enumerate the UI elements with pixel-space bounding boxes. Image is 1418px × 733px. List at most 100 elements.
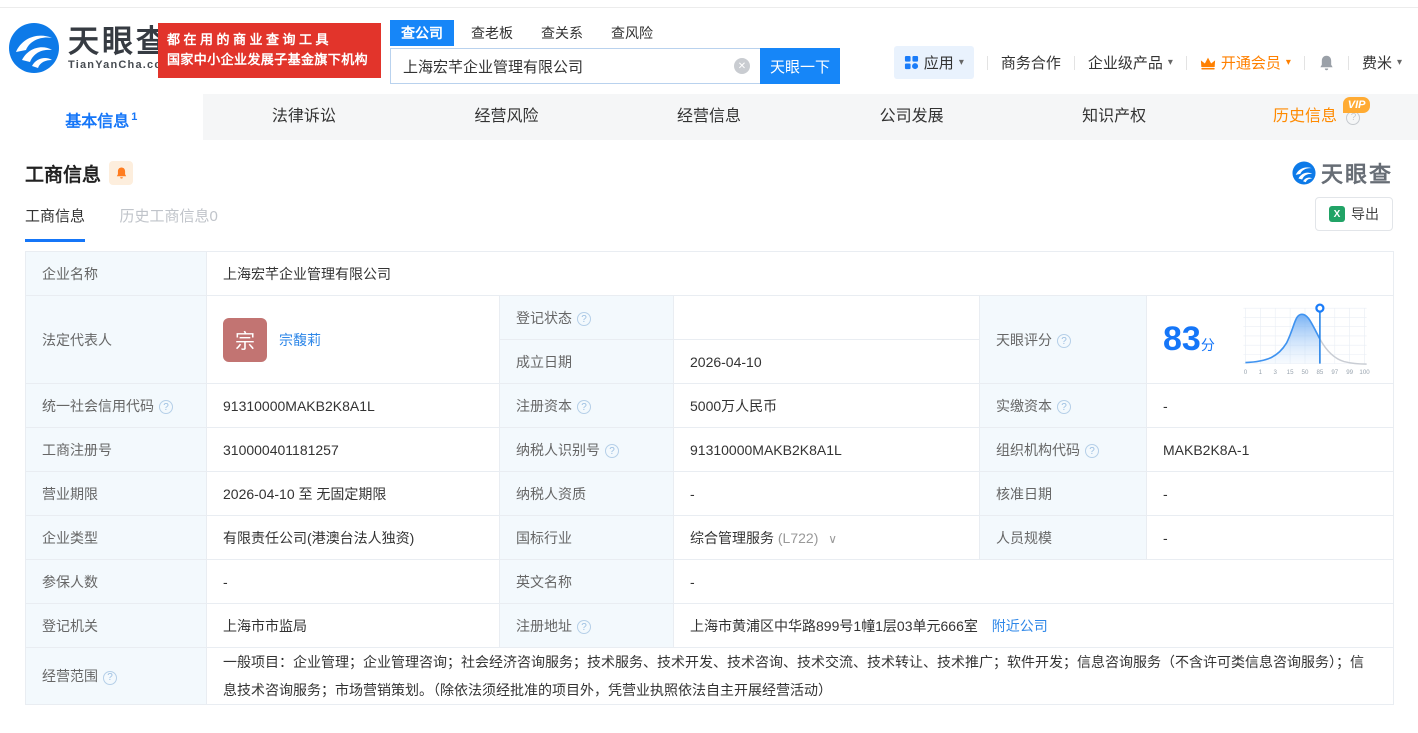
tab-legal-proceedings[interactable]: 法律诉讼 [203, 94, 406, 140]
reg-capital-label: 注册资本? [499, 383, 674, 428]
tab-intellectual-property[interactable]: 知识产权 [1013, 94, 1216, 140]
credit-code-value: 91310000MAKB2K8A1L [206, 383, 500, 428]
watermark-label: 天眼查 [1320, 162, 1393, 187]
apps-menu[interactable]: 应用 ▾ [893, 46, 974, 79]
reg-number-label: 工商注册号 [25, 427, 207, 472]
svg-text:0: 0 [1244, 368, 1248, 375]
search-tab-company[interactable]: 查公司 [390, 20, 454, 46]
search-tabs: 查公司 查老板 查关系 查风险 [390, 20, 840, 46]
help-icon[interactable]: ? [605, 444, 619, 458]
search-area: 查公司 查老板 查关系 查风险 ✕ 天眼一下 [390, 20, 840, 84]
caret-down-icon: ▾ [1285, 57, 1291, 68]
help-icon[interactable]: ? [1057, 400, 1071, 414]
bell-icon [1320, 55, 1333, 70]
help-icon[interactable]: ? [1085, 444, 1099, 458]
establish-date-value: 2026-04-10 [673, 339, 980, 384]
monitor-bell-button[interactable] [109, 161, 134, 185]
excel-icon: X [1329, 206, 1345, 222]
establish-date-label: 成立日期 [499, 339, 674, 384]
svg-text:85: 85 [1317, 368, 1324, 375]
search-tab-risk[interactable]: 查风险 [600, 20, 664, 46]
slogan-line1: 都在用的商业查询工具 [167, 32, 333, 47]
org-code-label: 组织机构代码? [979, 427, 1147, 472]
apps-label: 应用 [923, 55, 954, 72]
export-button[interactable]: X 导出 [1315, 197, 1393, 231]
help-icon[interactable]: ? [577, 312, 591, 326]
industry-label: 国标行业 [499, 515, 674, 560]
crown-icon [1200, 57, 1216, 69]
legal-rep-label: 法定代表人 [25, 295, 207, 384]
help-icon[interactable]: ? [577, 620, 591, 634]
help-icon[interactable]: ? [577, 400, 591, 414]
search-tab-boss[interactable]: 查老板 [460, 20, 524, 46]
slogan-line2: 国家中小企业发展子基金旗下机构 [167, 52, 369, 67]
search-button[interactable]: 天眼一下 [760, 48, 840, 84]
insured-count-label: 参保人数 [25, 559, 207, 604]
address-value: 上海市黄浦区中华路899号1幢1层03单元666室 附近公司 [672, 603, 1395, 648]
tab-basic-info[interactable]: 基本信息 1 [0, 94, 203, 140]
help-icon[interactable]: ? [1057, 334, 1071, 348]
caret-down-icon: ▾ [1396, 57, 1402, 68]
table-row: 企业名称 上海宏芊企业管理有限公司 [25, 251, 1395, 296]
open-vip-label: 开通会员 [1220, 55, 1281, 72]
english-name-value: - [672, 559, 1395, 604]
business-term-label: 营业期限 [25, 471, 207, 516]
tianyancha-logo-icon [9, 23, 59, 73]
table-row: 工商注册号 310000401181257 纳税人识别号? 91310000MA… [25, 427, 1395, 472]
business-scope-value: 一般项目：企业管理；企业管理咨询；社会经济咨询服务；技术服务、技术开发、技术咨询… [205, 647, 1395, 705]
open-vip-menu[interactable]: 开通会员 ▾ [1200, 52, 1291, 73]
subtab-business-info[interactable]: 工商信息 [25, 205, 86, 242]
caret-down-icon: ▾ [1167, 57, 1173, 68]
svg-text:99: 99 [1346, 368, 1353, 375]
table-row: 法定代表人 宗 宗馥莉 登记状态? 天眼评分? 83分 0 1 3 15 50 … [25, 295, 1395, 384]
svg-text:100: 100 [1359, 368, 1370, 375]
clear-search-icon[interactable]: ✕ [734, 58, 750, 74]
subtab-history-business-info[interactable]: 历史工商信息0 [119, 205, 217, 239]
chevron-down-icon[interactable]: ∨ [828, 532, 837, 546]
reg-capital-value: 5000万人民币 [673, 383, 980, 428]
legal-rep-link[interactable]: 宗馥莉 [279, 330, 321, 350]
table-row: 参保人数 - 英文名称 - [25, 559, 1395, 604]
help-icon[interactable]: ? [159, 400, 173, 414]
company-type-label: 企业类型 [25, 515, 207, 560]
enterprise-products-label: 企业级产品 [1087, 55, 1163, 72]
staff-size-label: 人员规模 [979, 515, 1147, 560]
tab-history-info[interactable]: VIP 历史信息 ? [1215, 94, 1418, 140]
legal-rep-cell: 宗 宗馥莉 [206, 295, 500, 384]
divider [1303, 55, 1305, 70]
reg-status-value [673, 295, 980, 340]
industry-value[interactable]: 综合管理服务 (L722) ∨ [673, 515, 980, 560]
table-row: 统一社会信用代码? 91310000MAKB2K8A1L 注册资本? 5000万… [25, 383, 1395, 428]
business-scope-label: 经营范围? [25, 647, 207, 705]
search-input[interactable] [390, 48, 760, 84]
notifications-button[interactable] [1318, 54, 1335, 72]
tab-operation-info[interactable]: 经营信息 [608, 94, 811, 140]
tab-company-development[interactable]: 公司发展 [810, 94, 1013, 140]
user-menu[interactable]: 费米 ▾ [1362, 52, 1402, 73]
nearby-companies-link[interactable]: 附近公司 [992, 618, 1048, 634]
username: 费米 [1361, 55, 1392, 72]
tab-operation-risk[interactable]: 经营风险 [405, 94, 608, 140]
svg-text:97: 97 [1331, 368, 1338, 375]
company-name-label: 企业名称 [25, 251, 207, 296]
help-icon[interactable]: ? [103, 670, 117, 685]
score-distribution-chart: 0 1 3 15 50 85 97 99 100 [1243, 303, 1370, 375]
legal-rep-avatar[interactable]: 宗 [223, 317, 267, 362]
vip-badge: VIP [1342, 97, 1371, 113]
business-cooperation-link[interactable]: 商务合作 [1001, 52, 1061, 73]
enterprise-products-menu[interactable]: 企业级产品 ▾ [1088, 52, 1173, 73]
tianyancha-logo[interactable]: 天眼查 TianYanCha.com [8, 22, 173, 74]
tab-basic-info-count: 1 [131, 111, 138, 123]
divider [1073, 55, 1075, 70]
address-label: 注册地址? [499, 603, 674, 648]
export-label: 导出 [1351, 206, 1379, 222]
caret-down-icon: ▾ [958, 57, 964, 68]
score-marker-pin [1315, 303, 1325, 313]
help-icon[interactable]: ? [1346, 111, 1361, 125]
table-row: 登记机关 上海市市监局 注册地址? 上海市黄浦区中华路899号1幢1层03单元6… [25, 603, 1395, 648]
business-term-value: 2026-04-10 至 无固定期限 [206, 471, 500, 516]
subtab-row: 工商信息 历史工商信息0 X 导出 [25, 197, 1393, 242]
org-code-value: MAKB2K8A-1 [1145, 427, 1395, 472]
tianyancha-logo-icon [1292, 161, 1316, 185]
search-tab-relation[interactable]: 查关系 [530, 20, 594, 46]
